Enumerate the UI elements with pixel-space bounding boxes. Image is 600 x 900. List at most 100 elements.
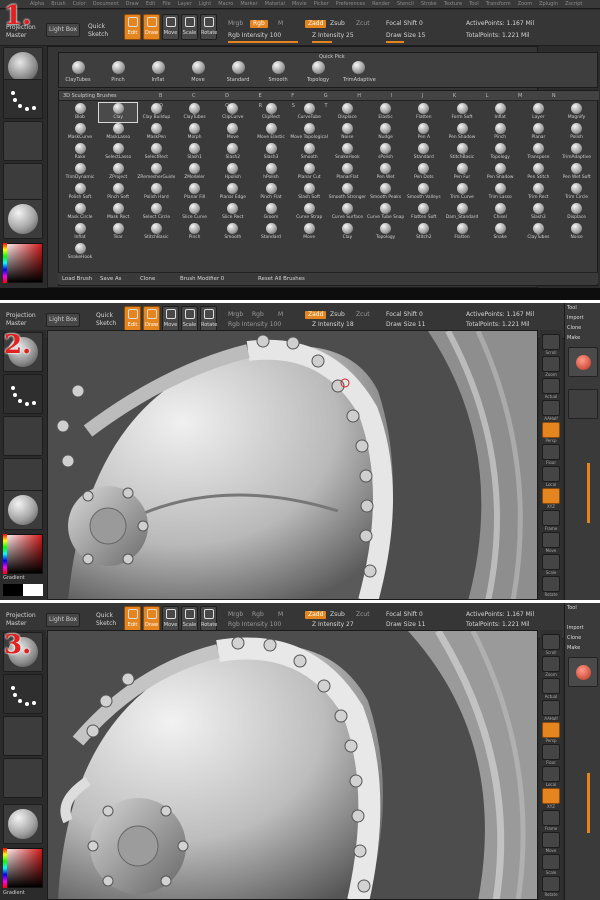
brush-item[interactable]: Clay [328, 223, 366, 242]
texture-thumbnail[interactable] [3, 758, 43, 798]
zcut-toggle[interactable]: Zcut [356, 311, 370, 319]
menu-item[interactable]: Macro [218, 1, 233, 7]
m-toggle[interactable]: M [278, 20, 283, 28]
brush-item[interactable]: Slice Curve [176, 203, 214, 222]
zsub-toggle[interactable]: Zsub [330, 20, 345, 28]
brush-modifier-slider[interactable]: Brush Modifier 0 [180, 275, 224, 283]
brush-item[interactable]: Trim Rect [519, 183, 557, 202]
brush-item[interactable]: Nudge [367, 123, 405, 142]
brush-item[interactable]: Slash2 [214, 143, 252, 162]
shelf-button-zoom[interactable] [542, 356, 560, 372]
menu-item[interactable]: Picker [314, 1, 329, 7]
stroke-thumbnail[interactable] [3, 674, 43, 714]
brush-item[interactable]: StitchBasic [137, 223, 175, 242]
brush-item[interactable]: PlanarFlat [328, 163, 366, 182]
shelf-button-local[interactable] [542, 766, 560, 782]
menu-item[interactable]: Render [372, 1, 390, 7]
texture-thumbnail[interactable] [3, 163, 43, 203]
brush-item[interactable]: Blob [61, 103, 99, 122]
brush-item[interactable]: ClipRect [252, 103, 290, 122]
draw-button[interactable]: Draw [143, 306, 160, 332]
shelf-button-move[interactable] [542, 832, 560, 848]
menu-item[interactable]: Edit [146, 1, 156, 7]
primary-color-swatch[interactable] [3, 584, 23, 596]
brush-item[interactable]: SnakeHook [61, 243, 99, 262]
zsub-toggle[interactable]: Zsub [330, 611, 345, 619]
projection-master-button[interactable]: Projection Master [6, 312, 36, 328]
brush-item[interactable]: Slash3 [519, 203, 557, 222]
menu-item[interactable]: Zoom [518, 1, 532, 7]
menu-item[interactable]: Texture [444, 1, 462, 7]
brush-item[interactable]: Smooth [290, 143, 328, 162]
edit-button[interactable]: Edit [124, 306, 141, 332]
clone-button[interactable]: Clone [140, 275, 155, 283]
brush-item[interactable]: Topology [481, 143, 519, 162]
tool-thumbnail[interactable] [568, 347, 598, 377]
reset-all-brushes-button[interactable]: Reset All Brushes [258, 275, 305, 283]
brush-item[interactable]: Pinch Soft [99, 183, 137, 202]
brush-item[interactable]: Trim Circle [558, 183, 596, 202]
z-intensity-slider[interactable]: Z Intensity 18 [312, 321, 354, 329]
lightbox-button[interactable]: Light Box [46, 23, 80, 37]
subtool-thumbnail[interactable] [568, 389, 598, 419]
rgb-toggle[interactable]: Rgb [250, 20, 268, 28]
move-button[interactable]: Move [162, 14, 179, 40]
mrgb-toggle[interactable]: Mrgb [228, 611, 243, 619]
brush-item[interactable]: Elastic [367, 103, 405, 122]
brush-item[interactable]: Pen Fur [443, 163, 481, 182]
brush-item[interactable]: Groom [252, 203, 290, 222]
brush-item[interactable]: Polish [558, 123, 596, 142]
color-picker[interactable] [3, 534, 43, 574]
shelf-button-scale[interactable] [542, 854, 560, 870]
import-button[interactable]: Import [567, 625, 584, 631]
save-as-button[interactable]: Save As [100, 275, 121, 283]
menu-item[interactable]: Draw [126, 1, 139, 7]
rgb-intensity-slider[interactable]: Rgb Intensity 100 [228, 621, 281, 629]
brush-item[interactable]: Pinch [481, 123, 519, 142]
brush-item[interactable]: Inflat [481, 103, 519, 122]
quick-pick-item[interactable]: ClayTubes [63, 61, 93, 83]
brush-item[interactable]: Rake [61, 143, 99, 162]
brush-item[interactable]: Inflat [61, 223, 99, 242]
menu-item[interactable]: Tool [469, 1, 479, 7]
brush-item[interactable]: sPolish [367, 143, 405, 162]
m-toggle[interactable]: M [278, 611, 283, 619]
shelf-button-scroll[interactable] [542, 634, 560, 650]
rgb-toggle[interactable]: Rgb [252, 311, 264, 319]
brush-item[interactable]: Trim Curve [443, 183, 481, 202]
brush-item[interactable]: Mask Rect [99, 203, 137, 222]
hue-strip[interactable] [3, 534, 7, 574]
shelf-button-xyz[interactable] [542, 788, 560, 804]
brush-item[interactable]: Displace [558, 203, 596, 222]
edit-button[interactable]: Edit [124, 606, 141, 632]
brush-item[interactable]: Form Soft [443, 103, 481, 122]
alpha-thumbnail[interactable] [3, 416, 43, 456]
z-intensity-slider[interactable]: Z Intensity 25 [312, 32, 354, 40]
move-button[interactable]: Move [162, 306, 179, 332]
brush-item[interactable]: Select Circle [137, 203, 175, 222]
brush-item[interactable]: Morph [176, 123, 214, 142]
brush-item[interactable]: Smooth Valleys [405, 183, 443, 202]
brush-item[interactable]: Slash1 [176, 143, 214, 162]
brush-item[interactable]: Pen Wet [367, 163, 405, 182]
brush-item[interactable]: Polish Soft [61, 183, 99, 202]
focal-shift-slider[interactable]: Focal Shift 0 [386, 611, 423, 619]
shelf-button-aahalf[interactable] [542, 700, 560, 716]
shelf-button-xyz[interactable] [542, 488, 560, 504]
draw-button[interactable]: Draw [143, 606, 160, 632]
focal-shift-slider[interactable]: Focal Shift 0 [386, 311, 423, 319]
brush-item[interactable]: Move [214, 123, 252, 142]
brush-item[interactable]: Transpose [519, 143, 557, 162]
brush-item[interactable]: StitchBasic [443, 143, 481, 162]
rgb-toggle[interactable]: Rgb [252, 611, 264, 619]
brush-item[interactable]: Curve Tube Snap [367, 203, 405, 222]
brush-item[interactable]: ZProject [99, 163, 137, 182]
menu-item[interactable]: Light [199, 1, 211, 7]
rgb-intensity-slider[interactable]: Rgb Intensity 100 [228, 32, 281, 40]
brush-item[interactable]: Smooth Stronger [328, 183, 366, 202]
brush-item[interactable]: Move Elastic [252, 123, 290, 142]
make-button[interactable]: Make [567, 335, 580, 341]
clone-button[interactable]: Clone [567, 635, 581, 641]
hue-strip[interactable] [3, 848, 7, 888]
canvas-viewport[interactable] [47, 330, 538, 600]
